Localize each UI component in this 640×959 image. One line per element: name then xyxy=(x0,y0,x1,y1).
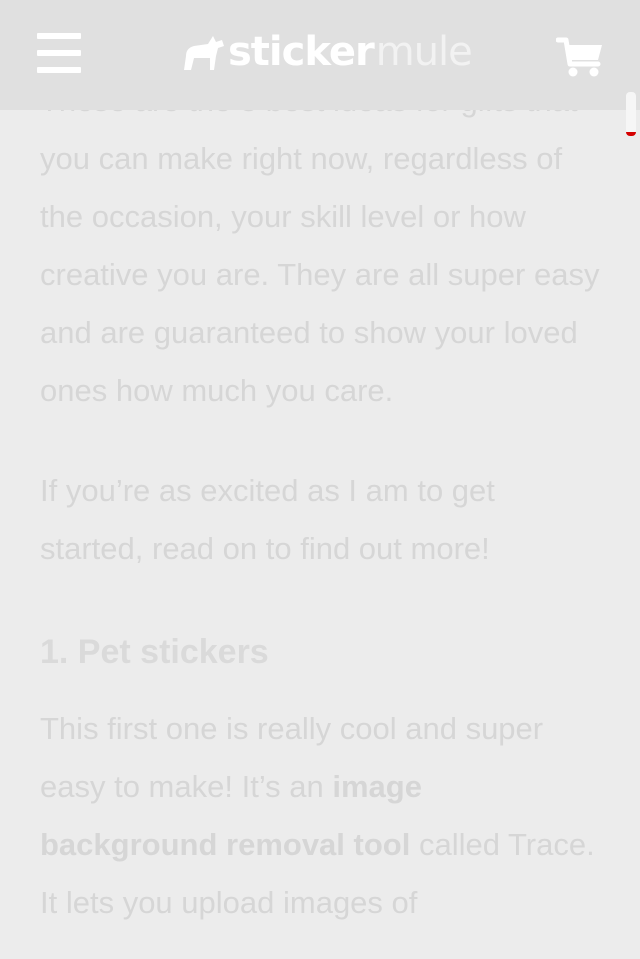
shopping-cart-icon[interactable] xyxy=(555,36,604,78)
article-content: These are the 8 best ideas for gifts tha… xyxy=(40,72,605,959)
scrollbar[interactable] xyxy=(626,92,636,138)
menu-bar xyxy=(37,50,81,56)
mule-icon xyxy=(184,36,224,70)
scroll-position-marker xyxy=(626,132,636,136)
section-heading-pet-stickers: 1. Pet stickers xyxy=(40,633,269,671)
page: sticker mule These are the 8 best ideas … xyxy=(0,0,640,959)
stickermule-logo[interactable]: sticker mule xyxy=(180,29,473,75)
article-paragraph-intro: These are the 8 best ideas for gifts tha… xyxy=(40,83,600,408)
logo-text-sticker: sticker xyxy=(228,29,375,75)
hamburger-menu-icon[interactable] xyxy=(37,33,81,73)
logo-text-mule: mule xyxy=(375,29,473,75)
article-paragraph-pet-stickers: This first one is really cool and super … xyxy=(40,700,605,932)
top-header: sticker mule xyxy=(0,0,640,110)
article-paragraph-read-on: If you’re as excited as I am to get star… xyxy=(40,473,495,566)
menu-bar xyxy=(37,67,81,73)
scrollbar-track xyxy=(626,92,636,134)
paragraph-text: This first one is really cool and super … xyxy=(40,711,544,804)
menu-bar xyxy=(37,33,81,39)
